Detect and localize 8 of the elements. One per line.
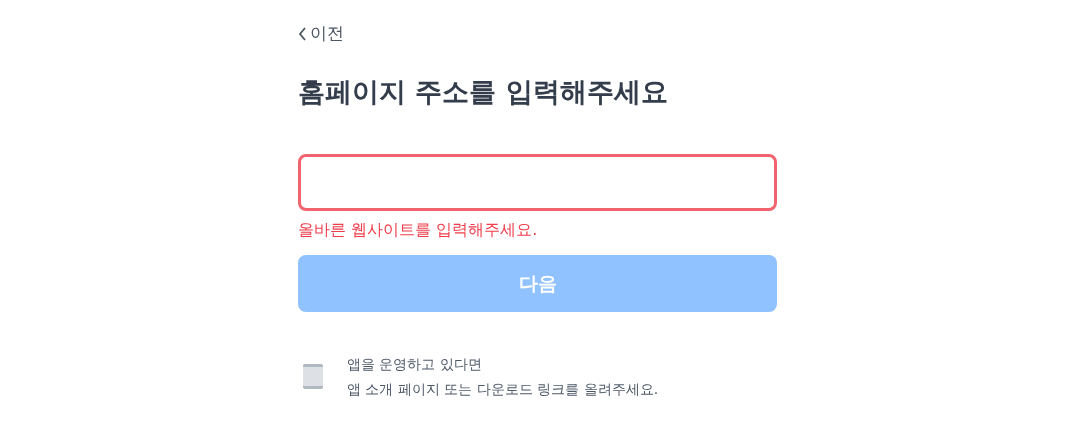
url-input-field[interactable] bbox=[298, 154, 777, 211]
chevron-left-icon bbox=[298, 27, 307, 41]
back-link[interactable]: 이전 bbox=[298, 22, 344, 46]
phone-icon bbox=[303, 364, 323, 389]
error-message: 올바른 웹사이트를 입력해주세요. bbox=[298, 219, 539, 241]
tip-heading: 앱을 운영하고 있다면 bbox=[347, 355, 483, 374]
page-title: 홈페이지 주소를 입력해주세요 bbox=[298, 75, 669, 109]
tip-text: 앱 소개 페이지 또는 다운로드 링크를 올려주세요. bbox=[347, 380, 659, 399]
